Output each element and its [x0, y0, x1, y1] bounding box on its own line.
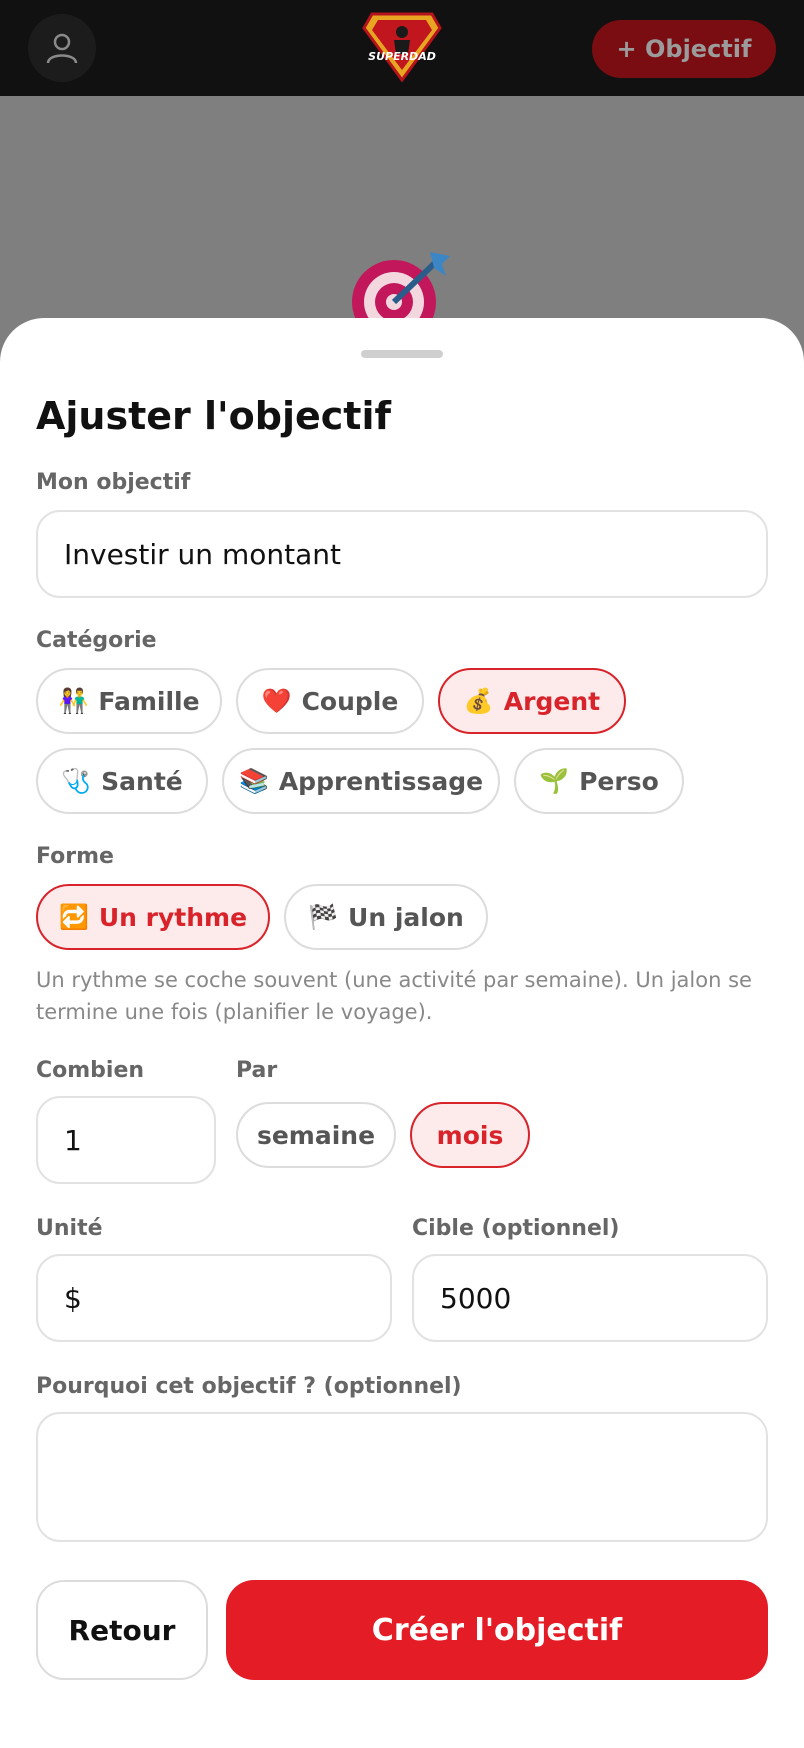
user-icon	[46, 33, 78, 64]
chip-label: Couple	[301, 686, 399, 716]
unite-input[interactable]: $	[36, 1254, 392, 1342]
chip-label: Perso	[579, 766, 659, 796]
goal-label: Mon objectif	[36, 470, 191, 495]
checkered-flag-icon: 🏁	[308, 903, 339, 931]
superdad-logo: SUPERDAD	[362, 10, 442, 83]
heart-icon: ❤️	[261, 687, 292, 715]
cible-input[interactable]: 5000	[412, 1254, 768, 1342]
form-chip-jalon[interactable]: 🏁 Un jalon	[284, 884, 488, 950]
form-chip-rythme[interactable]: 🔁 Un rythme	[36, 884, 270, 950]
adjust-goal-sheet: Ajuster l'objectif Mon objectif Investir…	[0, 318, 804, 1748]
stethoscope-icon: 🩺	[61, 767, 92, 795]
pourquoi-textarea[interactable]	[36, 1412, 768, 1542]
money-bag-icon: 💰	[463, 687, 494, 715]
chip-label: Un jalon	[348, 902, 464, 932]
seedling-icon: 🌱	[539, 767, 570, 795]
category-chip-argent[interactable]: 💰 Argent	[438, 668, 626, 734]
category-chip-perso[interactable]: 🌱 Perso	[514, 748, 684, 814]
category-chip-sante[interactable]: 🩺 Santé	[36, 748, 208, 814]
form-label: Forme	[36, 844, 114, 869]
category-chip-famille[interactable]: 👫 Famille	[36, 668, 222, 734]
par-chip-semaine[interactable]: semaine	[236, 1102, 396, 1168]
back-button[interactable]: Retour	[36, 1580, 208, 1680]
pourquoi-label: Pourquoi cet objectif ? (optionnel)	[36, 1374, 462, 1399]
chip-label: Argent	[503, 686, 601, 716]
goal-input[interactable]: Investir un montant	[36, 510, 768, 598]
chip-label: semaine	[256, 1120, 376, 1150]
combien-input[interactable]: 1	[36, 1096, 216, 1184]
logo-text: SUPERDAD	[368, 50, 436, 63]
chip-label: Un rythme	[98, 902, 248, 932]
sheet-drag-handle[interactable]	[361, 350, 443, 358]
form-hint: Un rythme se coche souvent (une activité…	[36, 968, 752, 1024]
app-header: SUPERDAD + Objectif	[0, 0, 804, 96]
repeat-icon: 🔁	[58, 903, 89, 931]
family-icon: 👫	[58, 687, 89, 715]
category-chip-couple[interactable]: ❤️ Couple	[236, 668, 424, 734]
chip-label: Santé	[101, 766, 183, 796]
par-label: Par	[236, 1058, 278, 1083]
category-chip-apprentissage[interactable]: 📚 Apprentissage	[222, 748, 500, 814]
books-icon: 📚	[238, 767, 269, 795]
add-goal-button[interactable]: + Objectif	[592, 20, 776, 78]
chip-label: mois	[436, 1120, 504, 1150]
unite-label: Unité	[36, 1216, 103, 1241]
cible-label: Cible (optionnel)	[412, 1216, 620, 1241]
category-label: Catégorie	[36, 628, 157, 653]
create-goal-button[interactable]: Créer l'objectif	[226, 1580, 768, 1680]
chip-label: Famille	[98, 686, 200, 716]
sheet-title: Ajuster l'objectif	[36, 394, 392, 438]
combien-label: Combien	[36, 1058, 145, 1083]
profile-button[interactable]	[28, 14, 96, 82]
target-icon	[350, 250, 460, 344]
par-chip-mois[interactable]: mois	[410, 1102, 530, 1168]
chip-label: Apprentissage	[278, 766, 484, 796]
